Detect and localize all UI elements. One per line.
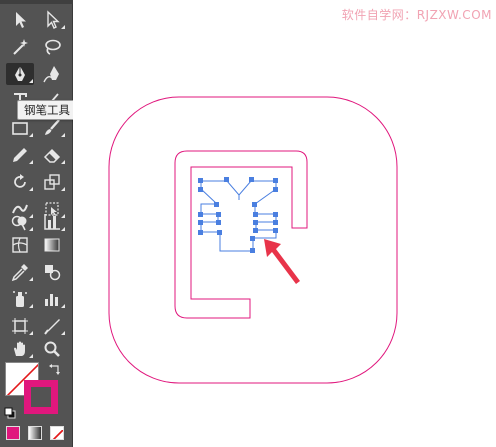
inner-outline-path[interactable] — [174, 150, 308, 319]
pencil-icon — [13, 148, 27, 162]
artboard-icon — [12, 318, 28, 334]
eyedropper-icon — [11, 264, 28, 282]
eraser-icon — [43, 148, 61, 163]
blend-icon — [45, 265, 61, 281]
mesh-icon — [12, 237, 28, 253]
zoom-tool[interactable] — [38, 338, 66, 360]
default-fill-stroke-icon[interactable] — [4, 404, 16, 419]
selection-tool[interactable] — [6, 9, 34, 31]
hand-tool[interactable] — [6, 338, 34, 360]
slice-knife-icon — [44, 319, 60, 335]
none-mode-button[interactable] — [50, 426, 64, 440]
shape-builder-icon — [11, 215, 27, 231]
column-graph-icon — [44, 214, 60, 230]
black-arrow-icon — [16, 12, 26, 28]
gradient-mode-button[interactable] — [28, 426, 42, 440]
swap-fill-stroke-icon[interactable] — [48, 361, 62, 375]
shape-builder-tool[interactable] — [6, 211, 34, 233]
pencil-tool[interactable] — [6, 144, 34, 166]
rectangle-icon — [12, 122, 28, 135]
gradient-tool[interactable] — [38, 234, 66, 256]
pen-icon — [15, 66, 25, 81]
hand-icon — [14, 341, 25, 356]
artwork — [108, 96, 398, 384]
rotate-icon — [14, 174, 26, 188]
color-mode-button[interactable] — [6, 426, 20, 440]
paintbrush-icon — [45, 119, 60, 135]
rotate-tool[interactable] — [6, 171, 34, 193]
slice-tool[interactable] — [38, 315, 66, 337]
bar-graph-icon — [45, 294, 58, 306]
magic-wand-tool[interactable] — [6, 36, 34, 58]
white-arrow-icon — [47, 10, 60, 29]
gradient-icon — [44, 238, 60, 252]
annotation-arrow — [264, 239, 300, 284]
artboard-canvas[interactable]: 软件自学网：RJZXW.COM — [73, 0, 496, 447]
chart-tool[interactable] — [38, 211, 66, 233]
lasso-tool[interactable] — [38, 36, 66, 58]
scale-icon — [44, 174, 60, 190]
magnifier-icon — [44, 341, 60, 357]
blend-tool[interactable] — [38, 261, 66, 283]
artboard-tool[interactable] — [6, 315, 34, 337]
magic-wand-icon — [13, 39, 28, 55]
stroke-swatch[interactable] — [24, 380, 58, 414]
curvature-pen-icon — [43, 66, 59, 83]
column-graph-tool[interactable] — [38, 288, 66, 310]
direct-selection-tool[interactable] — [38, 9, 66, 31]
eraser-tool[interactable] — [38, 144, 66, 166]
none-slash-icon — [52, 429, 63, 439]
pen-tool[interactable] — [6, 63, 34, 85]
symbol-sprayer-icon — [13, 291, 27, 307]
paintbrush-tool[interactable] — [38, 117, 66, 139]
curvature-tool[interactable] — [38, 63, 66, 85]
lasso-icon — [45, 39, 61, 55]
scale-tool[interactable] — [38, 171, 66, 193]
tools-panel — [0, 0, 73, 447]
eyedropper-tool[interactable] — [6, 261, 34, 283]
mesh-tool[interactable] — [6, 234, 34, 256]
symbol-sprayer-tool[interactable] — [6, 288, 34, 310]
fill-stroke-controls — [0, 358, 73, 447]
rectangle-tool[interactable] — [6, 117, 34, 139]
panel-grip[interactable] — [0, 0, 73, 4]
